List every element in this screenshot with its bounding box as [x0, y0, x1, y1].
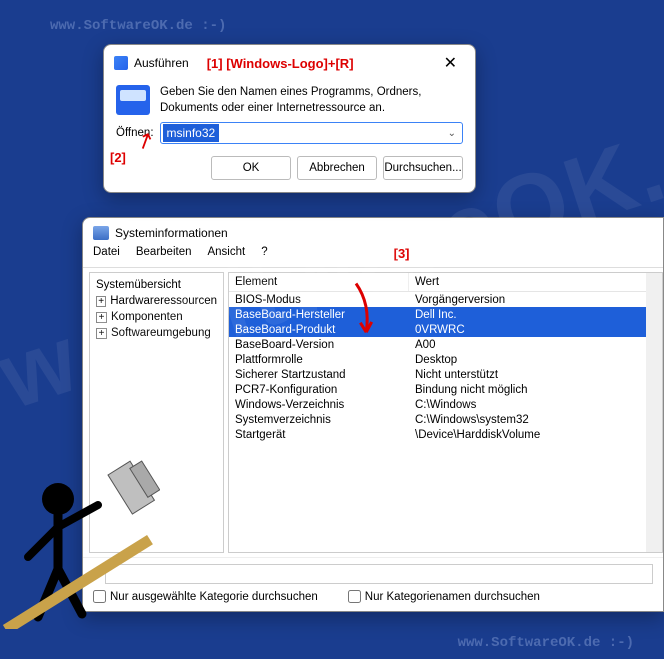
- cell-value: Vorgängerversion: [409, 292, 662, 307]
- cell-value: C:\Windows: [409, 397, 662, 412]
- menu-bar: Datei Bearbeiten Ansicht ? [3]: [83, 242, 663, 267]
- expand-icon[interactable]: +: [96, 296, 106, 307]
- list-row[interactable]: Sicherer StartzustandNicht unterstützt: [229, 367, 662, 382]
- annotation-3: [3]: [394, 246, 410, 261]
- list-header: Element Wert: [229, 273, 662, 292]
- run-dialog: Ausführen [1] [Windows-Logo]+[R] ✕ Geben…: [103, 44, 476, 193]
- expand-icon[interactable]: +: [96, 312, 107, 323]
- browse-button[interactable]: Durchsuchen...: [383, 156, 463, 180]
- cell-value: A00: [409, 337, 662, 352]
- cell-element: Systemverzeichnis: [229, 412, 409, 427]
- cell-value: Bindung nicht möglich: [409, 382, 662, 397]
- scrollbar[interactable]: [646, 273, 662, 552]
- category-tree[interactable]: Systemübersicht +Hardwareressourcen +Kom…: [89, 272, 224, 553]
- list-row[interactable]: PCR7-KonfigurationBindung nicht möglich: [229, 382, 662, 397]
- cell-element: Sicherer Startzustand: [229, 367, 409, 382]
- cell-value: Desktop: [409, 352, 662, 367]
- check-selected-category[interactable]: Nur ausgewählte Kategorie durchsuchen: [93, 590, 318, 603]
- cell-element: PCR7-Konfiguration: [229, 382, 409, 397]
- run-program-icon: [116, 85, 150, 115]
- cell-element: Plattformrolle: [229, 352, 409, 367]
- cell-element: Startgerät: [229, 427, 409, 442]
- cell-value: C:\Windows\system32: [409, 412, 662, 427]
- list-row[interactable]: BaseBoard-VersionA00: [229, 337, 662, 352]
- sysinfo-titlebar: Systeminformationen: [83, 218, 663, 242]
- list-row[interactable]: Windows-VerzeichnisC:\Windows: [229, 397, 662, 412]
- expand-icon[interactable]: +: [96, 328, 107, 339]
- tree-item-hardware[interactable]: +Hardwareressourcen: [92, 293, 221, 309]
- system-information-window: Systeminformationen Datei Bearbeiten Ans…: [82, 217, 664, 612]
- menu-file[interactable]: Datei: [93, 246, 120, 261]
- list-row[interactable]: BIOS-ModusVorgängerversion: [229, 292, 662, 307]
- cell-element: Windows-Verzeichnis: [229, 397, 409, 412]
- close-icon[interactable]: ✕: [434, 51, 467, 75]
- annotation-1: [1] [Windows-Logo]+[R]: [207, 56, 434, 71]
- column-value[interactable]: Wert: [409, 273, 662, 291]
- check-category-names[interactable]: Nur Kategorienamen durchsuchen: [348, 590, 540, 603]
- sysinfo-icon: [93, 226, 109, 240]
- list-row[interactable]: SystemverzeichnisC:\Windows\system32: [229, 412, 662, 427]
- cell-value: \Device\HarddiskVolume: [409, 427, 662, 442]
- find-label: S: [93, 568, 101, 580]
- run-icon: [114, 56, 128, 70]
- list-row[interactable]: BaseBoard-HerstellerDell Inc.: [229, 307, 662, 322]
- column-element[interactable]: Element: [229, 273, 409, 291]
- ok-button[interactable]: OK: [211, 156, 291, 180]
- sysinfo-title: Systeminformationen: [115, 226, 228, 240]
- list-row[interactable]: Startgerät\Device\HarddiskVolume: [229, 427, 662, 442]
- cell-value: Dell Inc.: [409, 307, 662, 322]
- menu-edit[interactable]: Bearbeiten: [136, 246, 192, 261]
- run-title: Ausführen: [134, 56, 189, 70]
- cancel-button[interactable]: Abbrechen: [297, 156, 377, 180]
- details-list[interactable]: Element Wert BIOS-ModusVorgängerversionB…: [228, 272, 663, 553]
- open-value: msinfo32: [163, 124, 220, 142]
- run-description: Geben Sie den Namen eines Programms, Ord…: [160, 85, 463, 116]
- cell-element: BaseBoard-Version: [229, 337, 409, 352]
- list-row[interactable]: BaseBoard-Produkt0VRWRC: [229, 322, 662, 337]
- run-titlebar: Ausführen [1] [Windows-Logo]+[R] ✕: [104, 45, 475, 77]
- cell-value: Nicht unterstützt: [409, 367, 662, 382]
- annotation-2: [2]: [110, 150, 126, 165]
- tree-root[interactable]: Systemübersicht: [92, 277, 221, 293]
- watermark-text: www.SoftwareOK.de :-): [50, 18, 226, 34]
- list-row[interactable]: PlattformrolleDesktop: [229, 352, 662, 367]
- tree-item-software[interactable]: +Softwareumgebung: [92, 325, 221, 341]
- cell-value: 0VRWRC: [409, 322, 662, 337]
- tree-item-components[interactable]: +Komponenten: [92, 309, 221, 325]
- checkbox-category-names[interactable]: [348, 590, 361, 603]
- chevron-down-icon[interactable]: ⌄: [442, 128, 462, 139]
- find-row: S: [83, 557, 663, 590]
- menu-help[interactable]: ?: [261, 246, 267, 261]
- find-input[interactable]: [105, 564, 653, 584]
- watermark-text: www.SoftwareOK.de :-): [458, 635, 634, 651]
- menu-view[interactable]: Ansicht: [207, 246, 245, 261]
- open-combobox[interactable]: msinfo32 ⌄: [160, 122, 463, 144]
- checkbox-selected-category[interactable]: [93, 590, 106, 603]
